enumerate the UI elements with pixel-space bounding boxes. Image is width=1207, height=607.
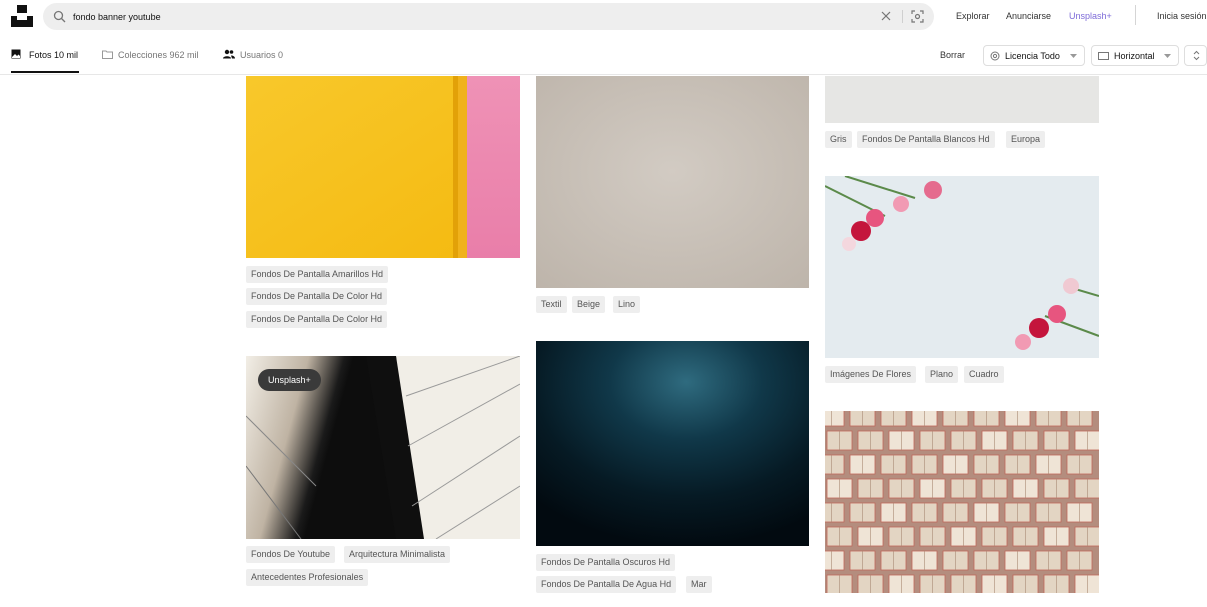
photo-tag[interactable]: Plano [925,366,959,383]
visual-search-icon[interactable] [911,10,924,23]
photo-tag[interactable]: Fondos De Pantalla Oscuros Hd [536,554,676,571]
yellow-wall-image [246,76,520,258]
photo-tag[interactable]: Cuadro [964,366,1004,383]
sort-filter[interactable] [1184,45,1207,66]
photo-tag[interactable]: Lino [613,296,641,313]
linen-image [536,76,809,288]
photo-tag[interactable]: Beige [572,296,606,313]
collections-icon [102,50,113,59]
photo-linen[interactable] [536,76,809,288]
image-icon [11,49,21,59]
top-bar: Explorar Anunciarse Unsplash+ Inicia ses… [0,0,1207,34]
sort-icon [1193,50,1200,61]
search-divider [902,10,903,23]
photo-white-texture[interactable] [825,76,1099,123]
license-filter[interactable]: Licencia Todo [983,45,1085,66]
photo-tag[interactable]: Fondos De Pantalla De Agua Hd [536,576,677,593]
nav-divider [1135,5,1136,25]
search-bar [43,3,934,30]
orientation-filter[interactable]: Horizontal [1091,45,1179,66]
photo-tag[interactable]: Europa [1006,131,1046,148]
tab-photos[interactable]: Fotos 10 mil [11,47,79,73]
photo-tag[interactable]: Fondos De Youtube [246,546,336,563]
photo-flowers[interactable] [825,176,1099,358]
white-texture-image [825,76,1099,123]
flowers-image [825,176,1099,358]
search-tabs-bar: Fotos 10 mil Colecciones 962 mil Usuario… [0,42,1207,75]
photo-tag[interactable]: Textil [536,296,567,313]
photo-yellow-wall[interactable] [246,76,520,258]
orientation-filter-label: Horizontal [1114,51,1155,61]
license-icon [990,51,1000,61]
users-icon [223,49,235,59]
photo-books[interactable] [825,411,1099,593]
chevron-down-icon [1070,54,1077,58]
photo-tag[interactable]: Fondos De Pantalla De Color Hd [246,288,388,305]
photo-dark-water[interactable] [536,341,809,546]
clear-filters-button[interactable]: Borrar [940,50,965,60]
tab-collections-label: Colecciones 962 mil [118,50,199,60]
unsplash-logo-icon[interactable] [11,5,33,27]
open-books-image [825,411,1099,593]
nav-advertise-link[interactable]: Anunciarse [1006,11,1051,21]
photo-tag[interactable]: Fondos De Pantalla Amarillos Hd [246,266,389,283]
chevron-down-icon [1164,54,1171,58]
search-icon [53,10,66,23]
photo-tag[interactable]: Fondos De Pantalla Blancos Hd [857,131,995,148]
photo-tag[interactable]: Gris [825,131,852,148]
photo-tag[interactable]: Fondos De Pantalla De Color Hd [246,311,388,328]
nav-explore-link[interactable]: Explorar [956,11,990,21]
photo-tag[interactable]: Antecedentes Profesionales [246,569,369,586]
photo-tag[interactable]: Imágenes De Flores [825,366,917,383]
login-link[interactable]: Inicia sesión [1157,11,1207,21]
license-filter-label: Licencia Todo [1005,51,1060,61]
tab-photos-label: Fotos 10 mil [29,50,79,60]
dark-water-image [536,341,809,546]
tab-users-label: Usuarios 0 [240,50,284,60]
tab-users[interactable]: Usuarios 0 [223,47,293,73]
nav-unsplash-plus-link[interactable]: Unsplash+ [1069,11,1112,21]
tab-collections[interactable]: Colecciones 962 mil [102,47,206,73]
close-icon[interactable] [880,10,892,22]
landscape-icon [1098,52,1109,60]
search-input[interactable] [73,7,873,26]
photo-tag[interactable]: Mar [686,576,712,593]
photo-tag[interactable]: Arquitectura Minimalista [344,546,451,563]
unsplash-plus-badge: Unsplash+ [258,369,321,391]
